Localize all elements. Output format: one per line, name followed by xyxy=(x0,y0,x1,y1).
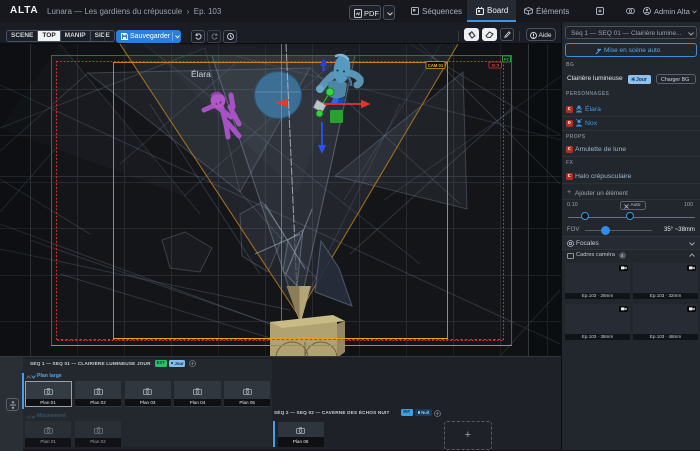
svg-text:Élara: Élara xyxy=(191,69,211,79)
svg-text:CAM 01: CAM 01 xyxy=(428,63,444,68)
svg-text:F2: F2 xyxy=(504,57,509,62)
svg-text:16:9: 16:9 xyxy=(491,63,500,68)
